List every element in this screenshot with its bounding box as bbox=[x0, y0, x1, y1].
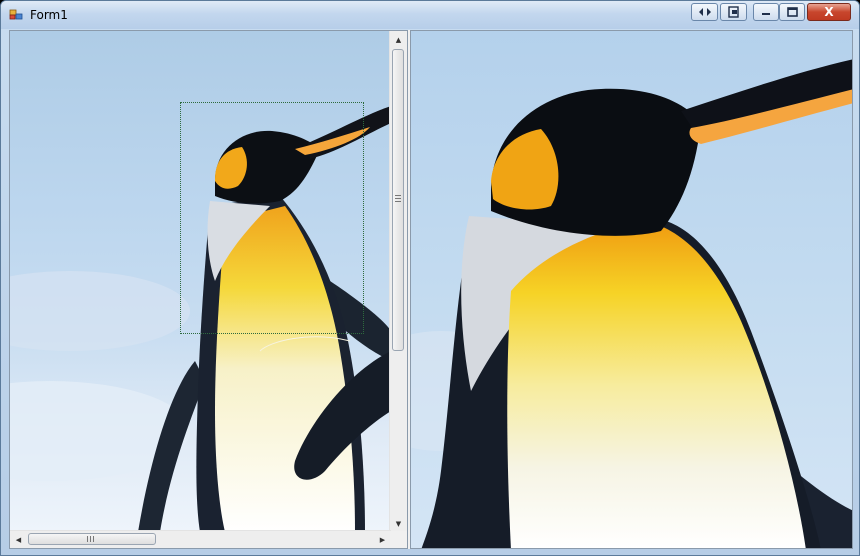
form1-window: Form1 X ▲ ▼ ◀ ▶ bbox=[0, 0, 860, 556]
restore-doc-icon bbox=[727, 6, 739, 18]
minimize-icon bbox=[762, 13, 770, 15]
horizontal-scrollbar[interactable]: ◀ ▶ bbox=[10, 530, 391, 548]
maximize-icon bbox=[786, 7, 798, 17]
client-area: ▲ ▼ ◀ ▶ bbox=[9, 30, 853, 549]
maximize-button[interactable] bbox=[779, 3, 805, 21]
split-view-button[interactable] bbox=[691, 3, 718, 21]
penguin-zoomed-image bbox=[411, 31, 852, 548]
source-picture-panel[interactable]: ▲ ▼ ◀ ▶ bbox=[9, 30, 408, 549]
selection-rectangle[interactable] bbox=[180, 102, 364, 334]
window-title: Form1 bbox=[30, 8, 68, 22]
scrollbar-corner bbox=[390, 531, 407, 548]
scroll-right-icon[interactable]: ▶ bbox=[374, 531, 391, 548]
scroll-down-icon[interactable]: ▼ bbox=[390, 515, 407, 532]
restore-doc-button[interactable] bbox=[720, 3, 747, 21]
app-icon bbox=[9, 9, 23, 20]
vertical-scroll-thumb[interactable] bbox=[392, 49, 404, 351]
grip-icon bbox=[395, 195, 401, 203]
vertical-scrollbar[interactable]: ▲ ▼ bbox=[389, 31, 407, 532]
close-icon: X bbox=[824, 5, 834, 19]
minimize-button[interactable] bbox=[753, 3, 779, 21]
horizontal-scroll-thumb[interactable] bbox=[28, 533, 156, 545]
close-button[interactable]: X bbox=[807, 3, 851, 21]
grip-icon bbox=[87, 536, 95, 542]
scroll-left-icon[interactable]: ◀ bbox=[10, 531, 27, 548]
zoom-preview-panel bbox=[410, 30, 853, 549]
scroll-up-icon[interactable]: ▲ bbox=[390, 31, 407, 48]
title-bar[interactable]: Form1 X bbox=[1, 1, 859, 29]
source-image-viewport[interactable] bbox=[10, 31, 391, 532]
split-arrows-icon bbox=[698, 8, 711, 16]
